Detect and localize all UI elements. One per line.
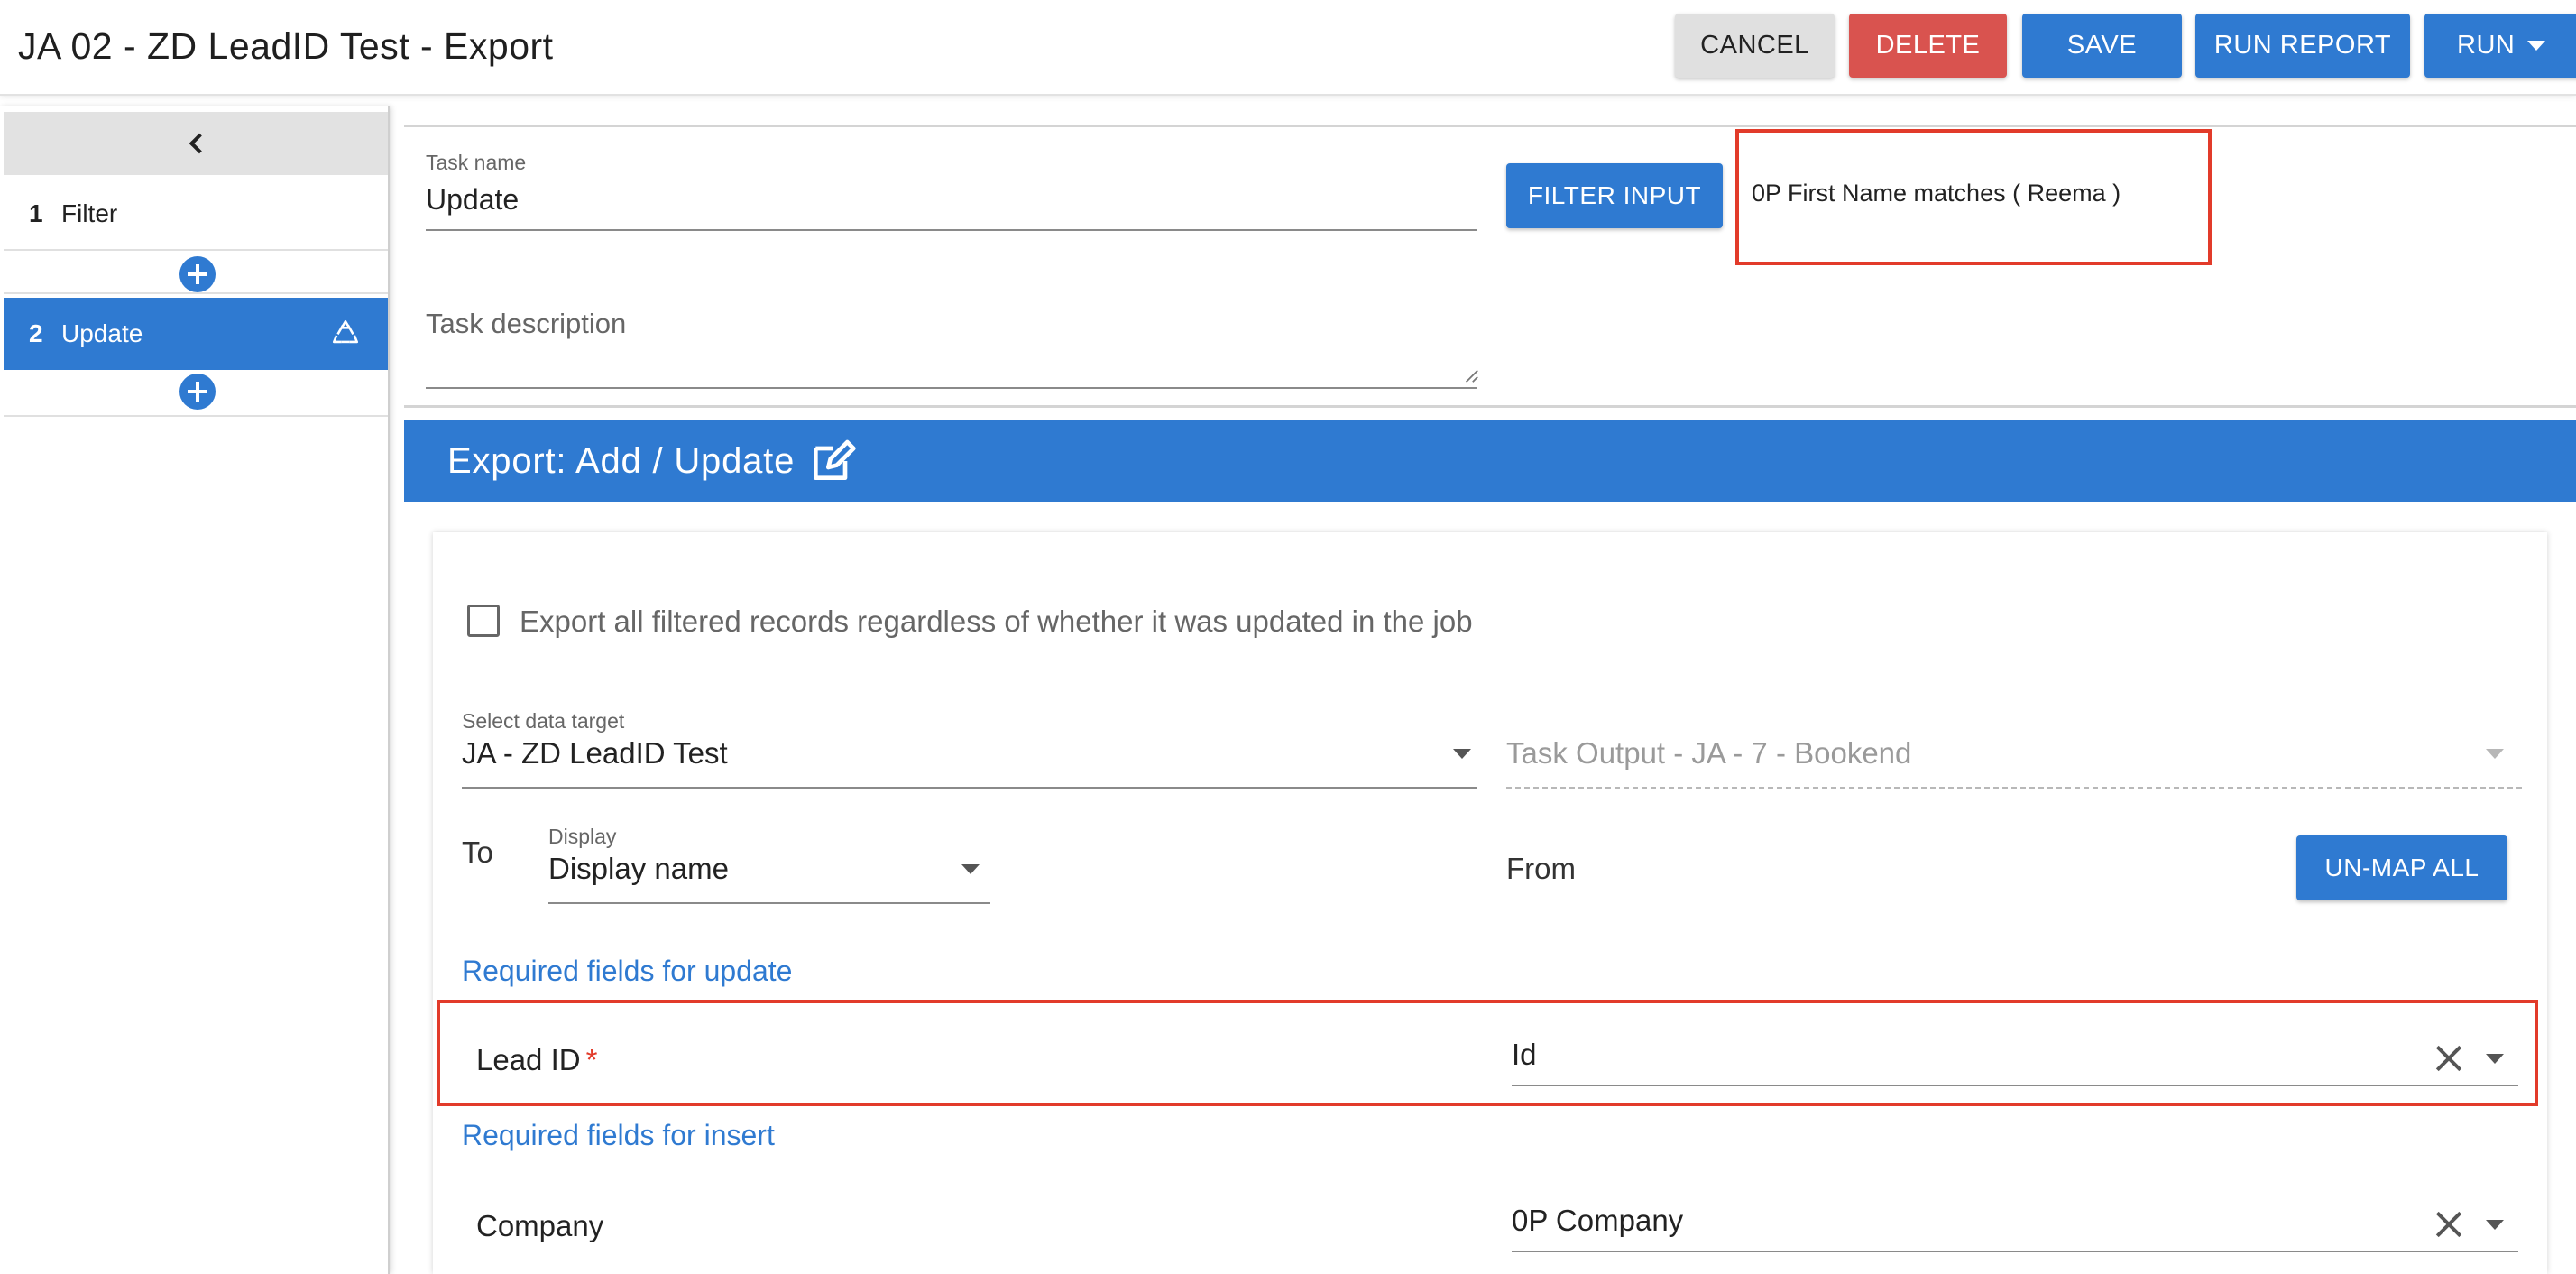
required-asterisk: *: [585, 1043, 598, 1076]
chevron-down-icon[interactable]: [2486, 1220, 2504, 1230]
company-source-select[interactable]: 0P Company: [1512, 1204, 1683, 1238]
export-section-header: Export: Add / Update: [404, 420, 2576, 502]
display-select[interactable]: Display name: [548, 852, 729, 886]
resize-handle-icon[interactable]: [1463, 367, 1479, 383]
to-label: To: [462, 835, 493, 869]
add-step-icon[interactable]: [179, 374, 216, 410]
company-label: Company: [476, 1209, 604, 1242]
sidebar-step-filter[interactable]: 1 Filter: [4, 179, 388, 251]
unmap-all-button[interactable]: UN-MAP ALL: [2296, 835, 2507, 900]
divider: [1512, 1085, 2518, 1086]
divider: [1506, 787, 2522, 789]
task-card: Task name Update FILTER INPUT 0P First N…: [404, 125, 2576, 408]
divider: [4, 415, 388, 417]
export-section-title: Export: Add / Update: [447, 440, 796, 481]
cancel-button[interactable]: CANCEL: [1675, 14, 1835, 78]
run-button-label: RUN: [2457, 31, 2516, 60]
step-number: 2: [29, 319, 43, 347]
required-insert-heading: Required fields for insert: [462, 1119, 775, 1151]
add-step-icon[interactable]: [179, 256, 216, 292]
run-dropdown-button[interactable]: RUN: [2424, 14, 2576, 78]
display-label: Display: [548, 825, 617, 848]
task-output-select: Task Output - JA - 7 - Bookend: [1506, 736, 1912, 770]
lead-id-label: Lead ID: [476, 1043, 581, 1076]
close-icon[interactable]: [2435, 1045, 2462, 1072]
data-target-select[interactable]: JA - ZD LeadID Test: [462, 736, 728, 771]
export-config-card: Export all filtered records regardless o…: [433, 532, 2547, 1274]
chevron-down-icon: [2486, 749, 2504, 759]
top-bar: JA 02 - ZD LeadID Test - Export CANCEL D…: [0, 0, 2576, 96]
task-description-input[interactable]: Task description: [426, 308, 626, 340]
divider: [462, 787, 1477, 789]
steps-sidebar: 1 Filter 2 Update: [0, 106, 390, 1274]
divider: [426, 229, 1477, 231]
task-name-input[interactable]: Update: [426, 183, 519, 217]
sidebar-step-update[interactable]: 2 Update: [4, 298, 388, 370]
required-update-heading: Required fields for update: [462, 955, 793, 987]
mapping-target-label: Lead ID *: [476, 1043, 597, 1077]
close-icon[interactable]: [2435, 1211, 2462, 1238]
step-number: 1: [29, 199, 43, 227]
lead-id-mapping-highlight: [437, 1000, 2538, 1106]
filter-input-button[interactable]: FILTER INPUT: [1506, 163, 1723, 228]
chevron-down-icon: [2527, 41, 2546, 51]
filter-summary-text: 0P First Name matches ( Reema ): [1752, 180, 2121, 207]
export-all-checkbox[interactable]: [467, 605, 500, 637]
edit-icon[interactable]: [807, 436, 858, 486]
chevron-down-icon[interactable]: [1453, 749, 1471, 759]
delete-button[interactable]: DELETE: [1849, 14, 2007, 78]
divider: [4, 292, 388, 294]
page-title: JA 02 - ZD LeadID Test - Export: [18, 25, 554, 67]
chevron-down-icon[interactable]: [961, 864, 980, 874]
divider: [426, 387, 1477, 389]
export-all-label: Export all filtered records regardless o…: [520, 605, 1473, 638]
lead-id-source-select[interactable]: Id: [1512, 1038, 1537, 1072]
recycle-icon[interactable]: [330, 318, 361, 348]
main-panel: Task name Update FILTER INPUT 0P First N…: [404, 125, 2576, 1274]
data-target-label: Select data target: [462, 709, 625, 733]
chevron-left-icon: [189, 133, 210, 154]
from-label: From: [1506, 852, 1576, 885]
task-name-label: Task name: [426, 151, 527, 174]
divider: [548, 902, 990, 904]
run-report-button[interactable]: RUN REPORT: [2195, 14, 2410, 78]
chevron-down-icon[interactable]: [2486, 1054, 2504, 1064]
divider: [1512, 1251, 2518, 1252]
step-label: Filter: [61, 199, 118, 227]
collapse-sidebar-button[interactable]: [4, 112, 388, 175]
save-button[interactable]: SAVE: [2022, 14, 2182, 78]
